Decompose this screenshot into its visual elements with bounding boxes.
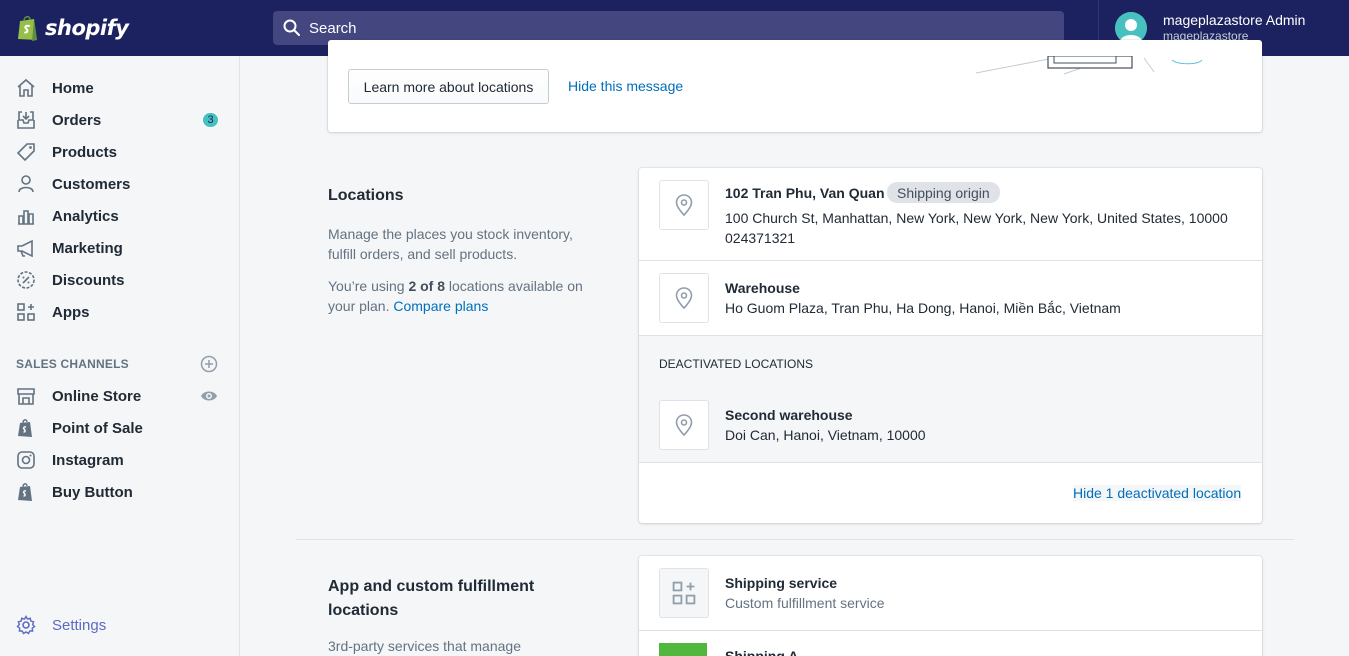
sidebar-item-marketing[interactable]: Marketing — [0, 232, 239, 264]
divider — [639, 260, 1262, 261]
location-pin-icon — [659, 400, 709, 450]
home-icon — [16, 78, 36, 98]
location-phone: 024371321 — [725, 230, 796, 246]
sidebar-item-buy-button[interactable]: Buy Button — [0, 476, 239, 508]
add-sales-channel-button[interactable] — [200, 355, 218, 373]
brand-name: shopify — [45, 16, 129, 40]
megaphone-icon — [16, 238, 36, 258]
sidebar-item-instagram[interactable]: Instagram — [0, 444, 239, 476]
eye-icon — [201, 391, 217, 401]
location-address: Ho Guom Plaza, Tran Phu, Ha Dong, Hanoi,… — [725, 300, 1121, 316]
shopify-bag-icon — [18, 15, 37, 41]
fulfillment-title: App and custom fulfillment locations — [328, 578, 535, 619]
apps-icon — [659, 568, 709, 618]
sidebar-item-customers[interactable]: Customers — [0, 168, 239, 200]
search-icon — [283, 19, 300, 36]
person-icon — [16, 174, 36, 194]
sidebar-item-products[interactable]: Products — [0, 136, 239, 168]
divider — [639, 335, 1262, 336]
gear-icon — [16, 615, 36, 635]
location-address: Doi Can, Hanoi, Vietnam, 10000 — [725, 427, 926, 443]
location-address: 100 Church St, Manhattan, New York, New … — [725, 210, 1228, 226]
locations-description: Manage the places you stock inventory, f… — [328, 226, 573, 262]
location-pin-icon — [659, 273, 709, 323]
apps-icon — [16, 302, 36, 322]
banner-illustration — [975, 56, 1203, 75]
tag-icon — [16, 142, 36, 162]
location-name[interactable]: 102 Tran Phu, Van Quan — [725, 185, 885, 201]
divider — [639, 462, 1262, 463]
hide-deactivated-link[interactable]: Hide 1 deactivated location — [1073, 485, 1242, 501]
fulfillment-service-name[interactable]: Shipping service — [725, 575, 837, 591]
store-icon — [16, 386, 36, 406]
locations-title: Locations — [328, 187, 404, 204]
sidebar-item-analytics[interactable]: Analytics — [0, 200, 239, 232]
sidebar-item-point-of-sale[interactable]: Point of Sale — [0, 412, 239, 444]
instagram-icon — [16, 450, 36, 470]
fulfillment-service-subtitle: Custom fulfillment service — [725, 595, 885, 611]
locations-usage-count: 2 of 8 — [408, 278, 446, 294]
location-name[interactable]: Second warehouse — [725, 407, 853, 423]
sidebar-item-apps[interactable]: Apps — [0, 296, 239, 328]
deactivated-section — [639, 336, 1262, 462]
fulfillment-service-name[interactable]: Shipping A — [725, 648, 798, 656]
shopify-bag-icon — [16, 482, 36, 502]
compare-plans-link[interactable]: Compare plans — [393, 298, 488, 314]
sidebar: Home Orders 3 Products Customers Analyti… — [0, 56, 240, 656]
sidebar-item-orders[interactable]: Orders 3 — [0, 104, 239, 136]
view-online-store-button[interactable] — [200, 387, 218, 405]
locations-usage: You’re using 2 of 8 locations available … — [328, 278, 583, 314]
sidebar-item-home[interactable]: Home — [0, 72, 239, 104]
learn-more-locations-button[interactable]: Learn more about locations — [348, 69, 549, 104]
sidebar-item-discounts[interactable]: Discounts — [0, 264, 239, 296]
shopify-bag-icon — [16, 418, 36, 438]
orders-icon — [16, 110, 36, 130]
orders-count-badge: 3 — [202, 112, 219, 128]
fulfillment-description: 3rd-party services that manage — [328, 638, 521, 654]
search-placeholder: Search — [309, 19, 357, 37]
divider — [639, 630, 1262, 631]
sales-channels-title: SALES CHANNELS — [16, 357, 129, 371]
section-divider — [296, 539, 1294, 540]
location-pin-icon — [659, 180, 709, 230]
plus-circle-icon — [200, 355, 218, 373]
location-name[interactable]: Warehouse — [725, 280, 800, 296]
shopify-logo[interactable]: shopify — [0, 0, 240, 56]
bar-chart-icon — [16, 206, 36, 226]
hide-message-link[interactable]: Hide this message — [568, 78, 683, 94]
user-name: mageplazastore Admin — [1163, 12, 1306, 28]
shipping-origin-badge: Shipping origin — [887, 182, 1000, 203]
deactivated-title: DEACTIVATED LOCATIONS — [659, 357, 814, 371]
discount-icon — [16, 270, 36, 290]
app-logo — [659, 643, 707, 656]
sidebar-item-settings[interactable]: Settings — [0, 609, 239, 641]
